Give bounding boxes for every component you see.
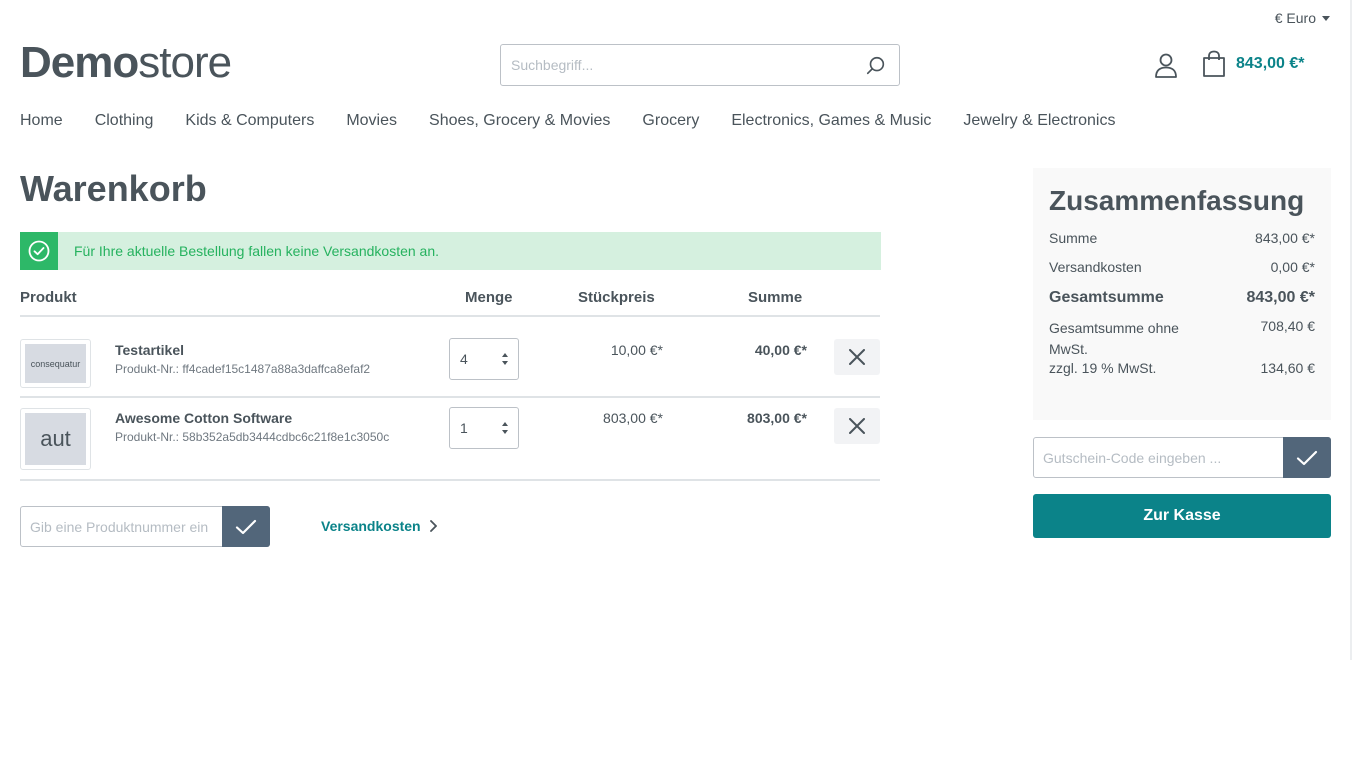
shopping-bag-icon: [1203, 50, 1225, 77]
close-icon: [849, 349, 865, 365]
shipping-costs-link[interactable]: Versandkosten: [321, 518, 437, 534]
nav-item-clothing[interactable]: Clothing: [95, 112, 154, 130]
nav-item-grocery[interactable]: Grocery: [642, 112, 699, 130]
unit-price: 803,00 €*: [603, 410, 663, 426]
grand-total-value: 843,00 €*: [1246, 289, 1315, 306]
main-navigation: Home Clothing Kids & Computers Movies Sh…: [20, 112, 1147, 130]
apply-coupon-button[interactable]: [1283, 437, 1331, 478]
account-icon[interactable]: [1154, 52, 1178, 78]
product-image[interactable]: aut: [20, 408, 91, 470]
quantity-select[interactable]: 4: [449, 338, 519, 380]
divider: [20, 479, 880, 481]
shipping-value: 0,00 €*: [1270, 259, 1315, 275]
product-image-placeholder: aut: [25, 413, 86, 465]
product-image-placeholder: consequatur: [25, 344, 86, 383]
column-header-total: Summe: [748, 289, 803, 306]
tax-label: zzgl. 19 % MwSt.: [1049, 360, 1157, 376]
shipping-costs-label: Versandkosten: [321, 518, 421, 534]
checkout-button[interactable]: Zur Kasse: [1033, 494, 1331, 538]
add-product-button[interactable]: [222, 506, 270, 547]
tax-value: 134,60 €: [1260, 360, 1316, 376]
nav-item-home[interactable]: Home: [20, 112, 63, 130]
product-number-input[interactable]: [21, 507, 221, 546]
product-number: Produkt-Nr.: ff4cadef15c1487a88a3daffca8…: [115, 362, 371, 376]
column-header-unit-price: Stückpreis: [578, 289, 655, 306]
product-name[interactable]: Awesome Cotton Software: [115, 410, 292, 426]
remove-item-button[interactable]: [834, 339, 880, 375]
order-summary: Zusammenfassung Summe 843,00 €* Versandk…: [1033, 168, 1331, 420]
alert-text: Für Ihre aktuelle Bestellung fallen kein…: [74, 243, 440, 259]
search-icon[interactable]: [865, 55, 887, 77]
remove-item-button[interactable]: [834, 408, 880, 444]
product-image[interactable]: consequatur: [20, 339, 91, 388]
summary-subtotal: Summe 843,00 €*: [1049, 230, 1315, 246]
summary-title: Zusammenfassung: [1049, 185, 1305, 216]
shipping-alert: Für Ihre aktuelle Bestellung fallen kein…: [20, 232, 881, 270]
nav-item-kids-computers[interactable]: Kids & Computers: [185, 112, 314, 130]
coupon-form: [1033, 437, 1331, 478]
search-box: [500, 44, 900, 86]
summary-net-total: Gesamtsumme ohne MwSt. 708,40 €: [1049, 318, 1315, 360]
add-product-form: [20, 506, 270, 547]
subtotal-value: 843,00 €*: [1255, 230, 1315, 246]
currency-switcher[interactable]: € Euro: [1275, 10, 1330, 26]
search-input[interactable]: [501, 45, 841, 85]
net-total-value: 708,40 €: [1260, 318, 1316, 334]
column-header-product: Produkt: [20, 289, 77, 306]
caret-down-icon: [1322, 15, 1330, 21]
nav-item-shoes-grocery-movies[interactable]: Shoes, Grocery & Movies: [429, 112, 610, 130]
divider: [20, 315, 880, 317]
cart-total: 843,00 €*: [1236, 55, 1305, 72]
close-icon: [849, 418, 865, 434]
summary-shipping: Versandkosten 0,00 €*: [1049, 259, 1315, 275]
nav-item-movies[interactable]: Movies: [346, 112, 397, 130]
table-row: consequatur Testartikel Produkt-Nr.: ff4…: [20, 327, 880, 407]
product-number: Produkt-Nr.: 58b352a5db3444cdbc6c21f8e1c…: [115, 430, 390, 444]
coupon-input[interactable]: [1034, 438, 1274, 477]
unit-price: 10,00 €*: [610, 342, 663, 358]
checkmark-icon: [235, 519, 257, 534]
quantity-value: 4: [460, 351, 468, 367]
store-logo[interactable]: Demostore: [20, 38, 232, 87]
checkmark-icon: [1296, 450, 1318, 465]
line-total: 40,00 €*: [754, 342, 807, 358]
page-title: Warenkorb: [20, 168, 207, 209]
product-name[interactable]: Testartikel: [115, 342, 184, 358]
grand-total-label: Gesamtsumme: [1049, 289, 1164, 306]
select-arrows-icon: [502, 422, 508, 434]
quantity-value: 1: [460, 420, 468, 436]
header-cart[interactable]: 843,00 €*: [1202, 50, 1305, 78]
shipping-label: Versandkosten: [1049, 259, 1142, 275]
nav-item-jewelry-electronics[interactable]: Jewelry & Electronics: [963, 112, 1115, 130]
select-arrows-icon: [502, 353, 508, 365]
check-circle-icon: [20, 232, 58, 270]
summary-grand-total: Gesamtsumme 843,00 €*: [1049, 289, 1315, 307]
net-total-label: Gesamtsumme ohne MwSt.: [1049, 320, 1179, 357]
table-row: aut Awesome Cotton Software Produkt-Nr.:…: [20, 396, 880, 476]
summary-tax: zzgl. 19 % MwSt. 134,60 €: [1049, 360, 1315, 376]
nav-item-electronics-games-music[interactable]: Electronics, Games & Music: [731, 112, 931, 130]
logo-light-text: store: [138, 38, 232, 87]
column-header-quantity: Menge: [465, 289, 513, 306]
logo-bold-text: Demo: [20, 38, 139, 87]
currency-label: € Euro: [1274, 10, 1316, 26]
line-total: 803,00 €*: [747, 410, 807, 426]
subtotal-label: Summe: [1049, 230, 1098, 246]
quantity-select[interactable]: 1: [449, 407, 519, 449]
chevron-right-icon: [429, 520, 437, 532]
